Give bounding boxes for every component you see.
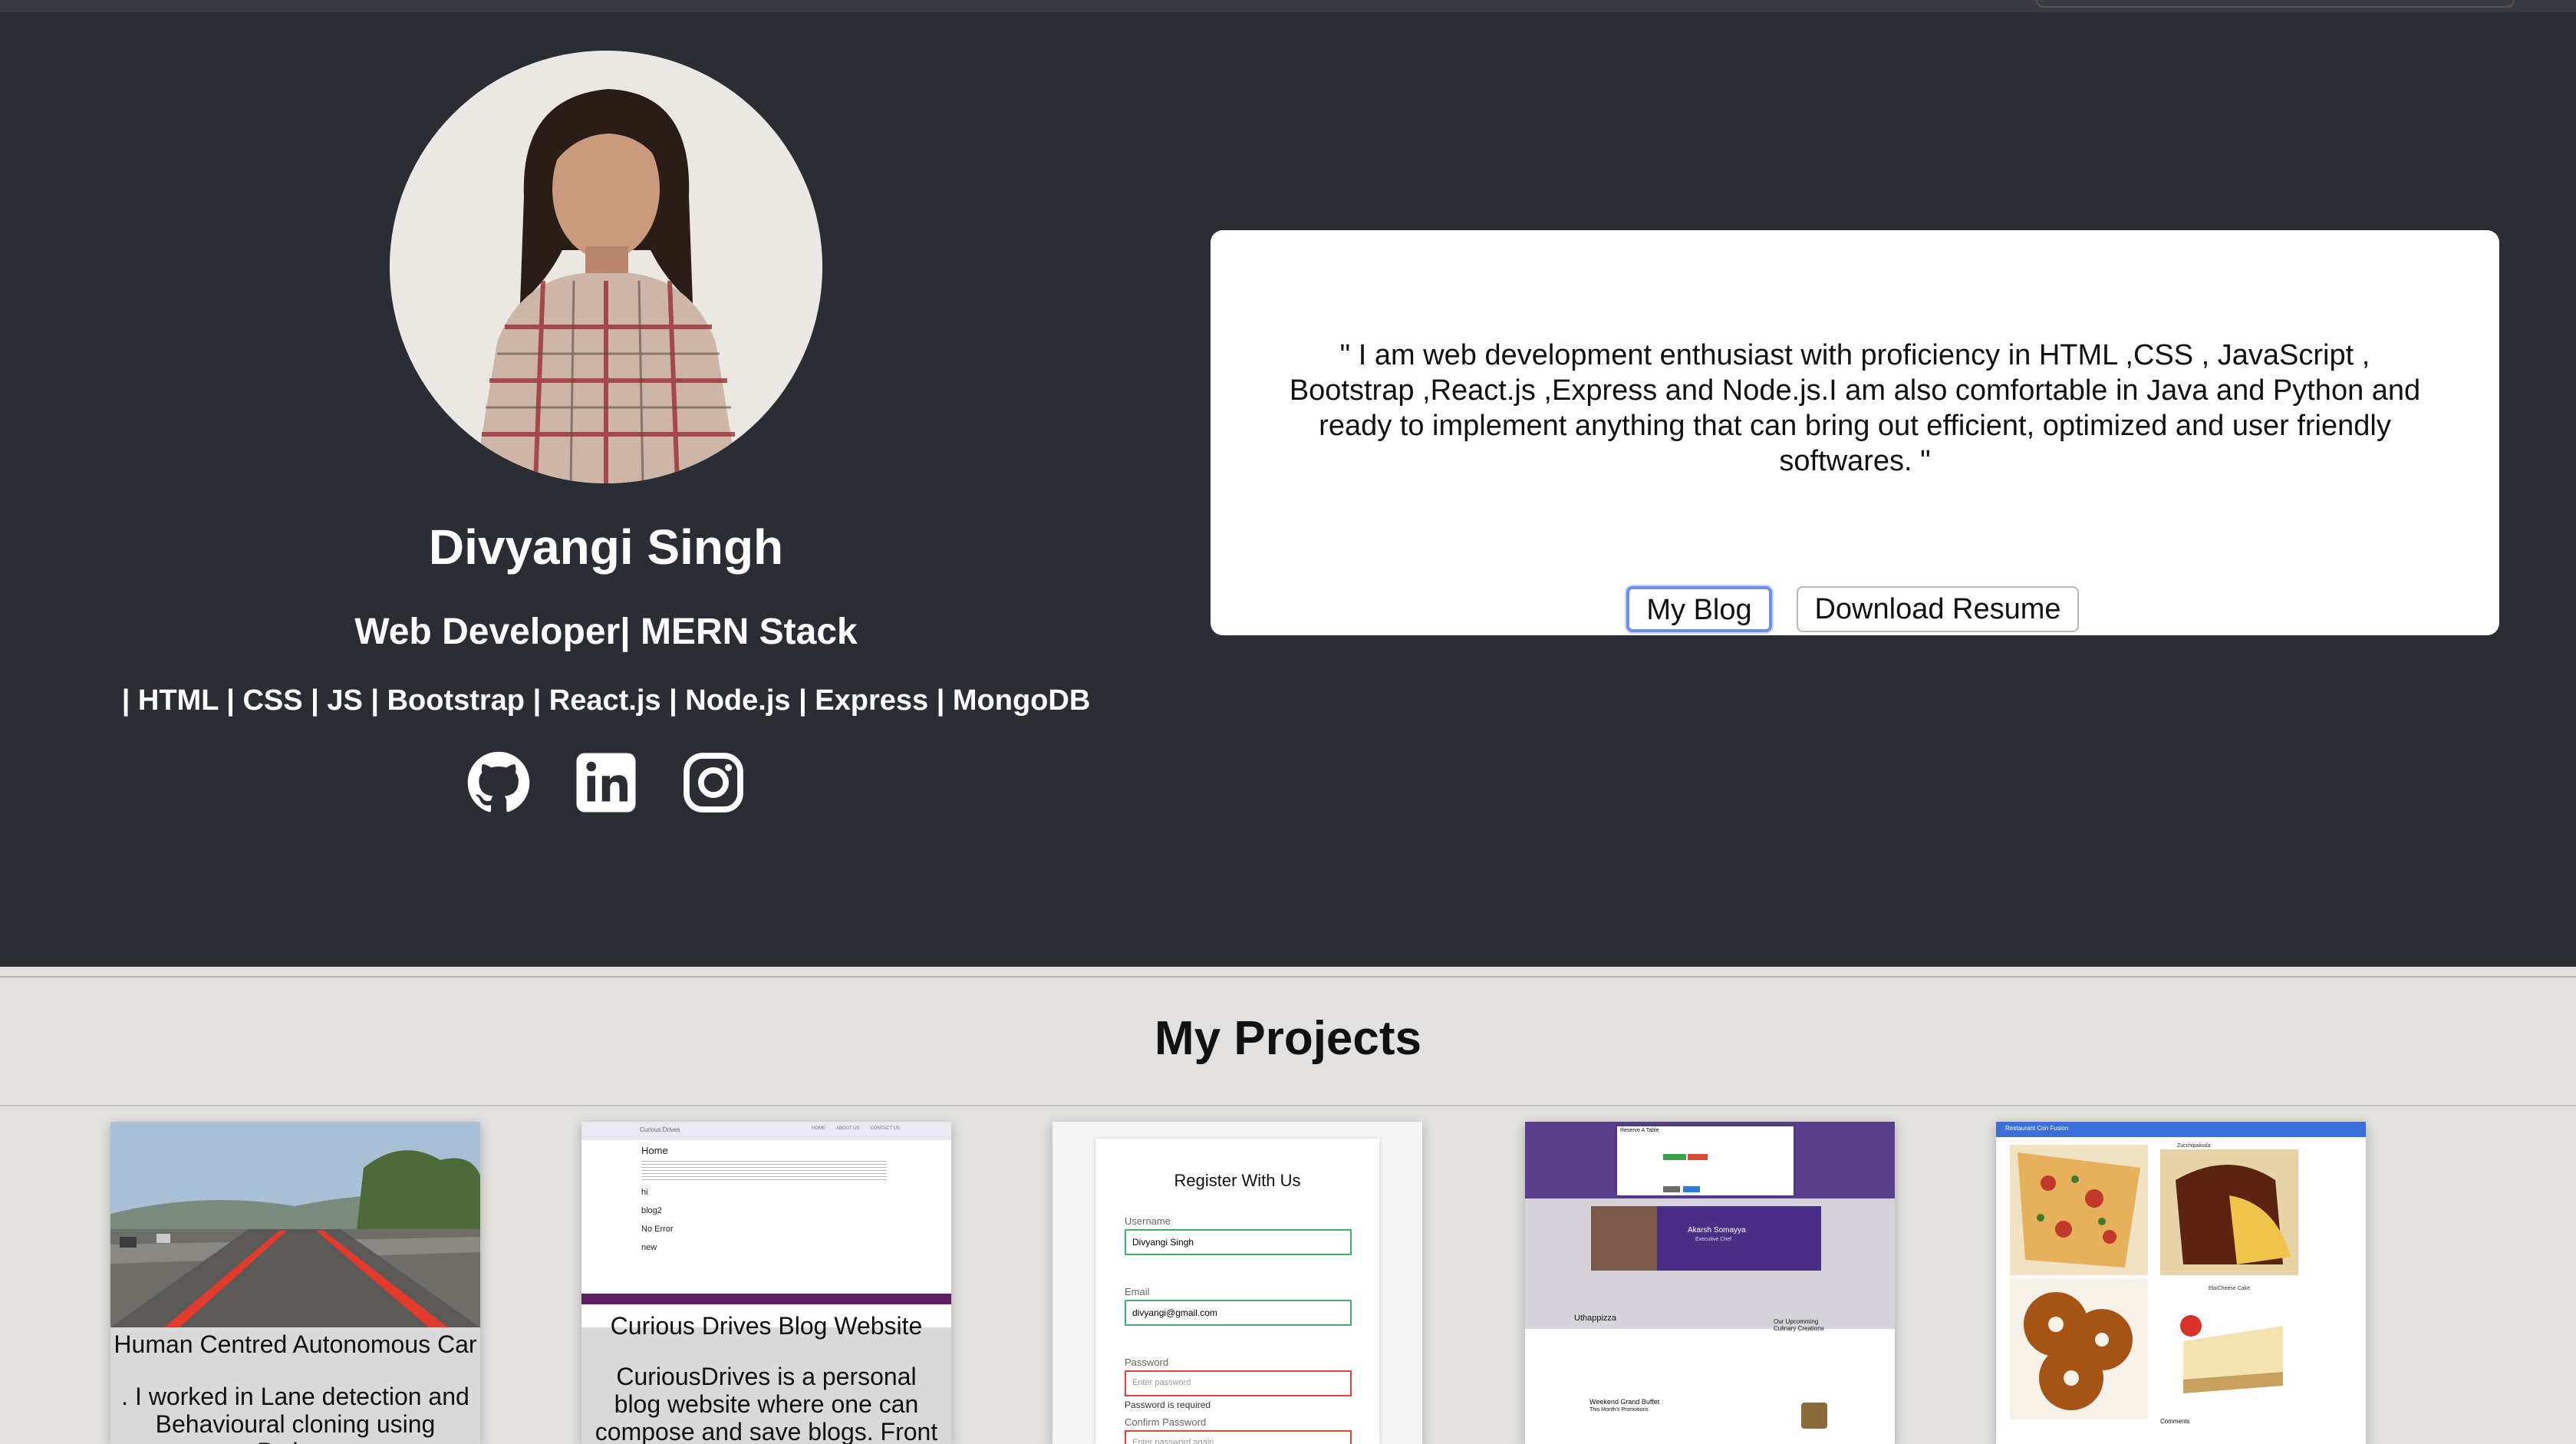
section-divider	[0, 1105, 2576, 1106]
thumb-password-error: Password is required	[1125, 1399, 1211, 1410]
profile-name: Divyangi Singh	[428, 519, 784, 575]
thumb-nav-item: ABOUT US	[836, 1126, 860, 1131]
thumb-brand: Curious Drives	[640, 1126, 680, 1133]
thumb-promo: This Month's Promotions	[1589, 1407, 1649, 1413]
project-title: Human Centred Autonomous Car	[114, 1330, 477, 1358]
thumb-password-field: Enter password	[1125, 1370, 1352, 1396]
thumb-post-title: new	[641, 1243, 657, 1252]
thumb-field-label: Password	[1125, 1357, 1169, 1368]
browser-top-strip	[0, 0, 2576, 12]
thumb-header: Restaurant Con Fusion	[2005, 1125, 2069, 1132]
thumb-nav-item: HOME	[812, 1126, 825, 1131]
thumb-field-label: Email	[1125, 1286, 1150, 1297]
projects-heading: My Projects	[1154, 1012, 1422, 1065]
thumb-comments: Comments	[2160, 1418, 2190, 1425]
cheesecake-image	[2160, 1295, 2298, 1410]
linkedin-icon[interactable]	[574, 750, 638, 815]
thumb-chef-name: Akarsh Somayya	[1688, 1226, 1746, 1235]
about-card: " I am web development enthusiast with p…	[1211, 230, 2499, 635]
my-blog-button[interactable]: My Blog	[1626, 586, 1772, 632]
pizza-image	[2010, 1145, 2148, 1275]
profile-role: Web Developer| MERN Stack	[354, 612, 858, 652]
thumb-chef-role: Executive Chef	[1695, 1237, 1732, 1242]
project-card-restaurant[interactable]: Reserve A Table Akarsh Somayya Executive…	[1525, 1122, 1895, 1444]
thumb-modal-title: Reserve A Table	[1620, 1128, 1659, 1133]
about-quote: " I am web development enthusiast with p…	[1289, 339, 2421, 477]
github-icon[interactable]	[466, 750, 531, 815]
project-card-blog-website[interactable]: Curious Drives HOME ABOUT US CONTACT US …	[581, 1122, 951, 1444]
thumb-post-title: Home	[641, 1145, 668, 1156]
thumb-form-heading: Register With Us	[1174, 1171, 1301, 1190]
vada-image	[2010, 1278, 2148, 1419]
profile-photo	[390, 51, 822, 483]
project-thumbnail: Restaurant Con Fusion	[1996, 1122, 2366, 1137]
project-card-autonomous-car[interactable]: Human Centred Autonomous Car . I worked …	[110, 1122, 480, 1444]
section-divider	[0, 976, 2576, 978]
thumb-dish-label: ElaiCheese Cake	[2208, 1286, 2251, 1291]
thumb-confirm-password-field: Enter password again	[1125, 1430, 1352, 1444]
avatar	[390, 51, 822, 483]
project-thumbnail: Register With Us Username Divyangi Singh…	[1095, 1139, 1379, 1444]
project-thumbnail: Curious Drives HOME ABOUT US CONTACT US …	[581, 1122, 951, 1327]
thumb-post-title: blog2	[641, 1206, 662, 1215]
project-card-restaurant-menu[interactable]: Restaurant Con Fusion Zucchipakoda ElaiC…	[1996, 1122, 2366, 1444]
project-thumbnail	[110, 1122, 480, 1327]
address-bar-fragment[interactable]	[2036, 0, 2515, 8]
thumb-dish-label: Zucchipakoda	[2177, 1143, 2211, 1149]
thumb-username-field: Divyangi Singh	[1125, 1229, 1352, 1255]
download-resume-button[interactable]: Download Resume	[1797, 586, 2079, 632]
project-description: CuriousDrives is a personal blog website…	[595, 1363, 938, 1444]
thumb-field-label: Confirm Password	[1125, 1416, 1207, 1428]
instagram-icon[interactable]	[681, 750, 746, 815]
project-title: Curious Drives Blog Website	[610, 1312, 923, 1340]
project-description: . I worked in Lane detection and Behavio…	[121, 1383, 469, 1444]
thumb-field-label: Username	[1125, 1215, 1171, 1227]
project-card-register-form[interactable]: Register With Us Username Divyangi Singh…	[1052, 1122, 1422, 1444]
thumb-promo: Our Upcomming Culinary Creations	[1774, 1318, 1824, 1332]
skills-list: | HTML | CSS | JS | Bootstrap | React.js…	[121, 684, 1091, 717]
thumb-promo: Uthappizza	[1574, 1314, 1617, 1323]
social-links	[460, 750, 752, 827]
thumb-nav-item: CONTACT US	[870, 1126, 901, 1131]
thumb-post-title: hi	[641, 1188, 648, 1197]
hero-section: Divyangi Singh Web Developer| MERN Stack…	[0, 12, 2576, 967]
dessert-image	[2160, 1149, 2298, 1275]
thumb-email-field: divyangi@gmail.com	[1125, 1300, 1352, 1326]
thumb-post-title: No Error	[641, 1225, 674, 1234]
thumb-promo: Weekend Grand Buffet	[1589, 1398, 1660, 1406]
